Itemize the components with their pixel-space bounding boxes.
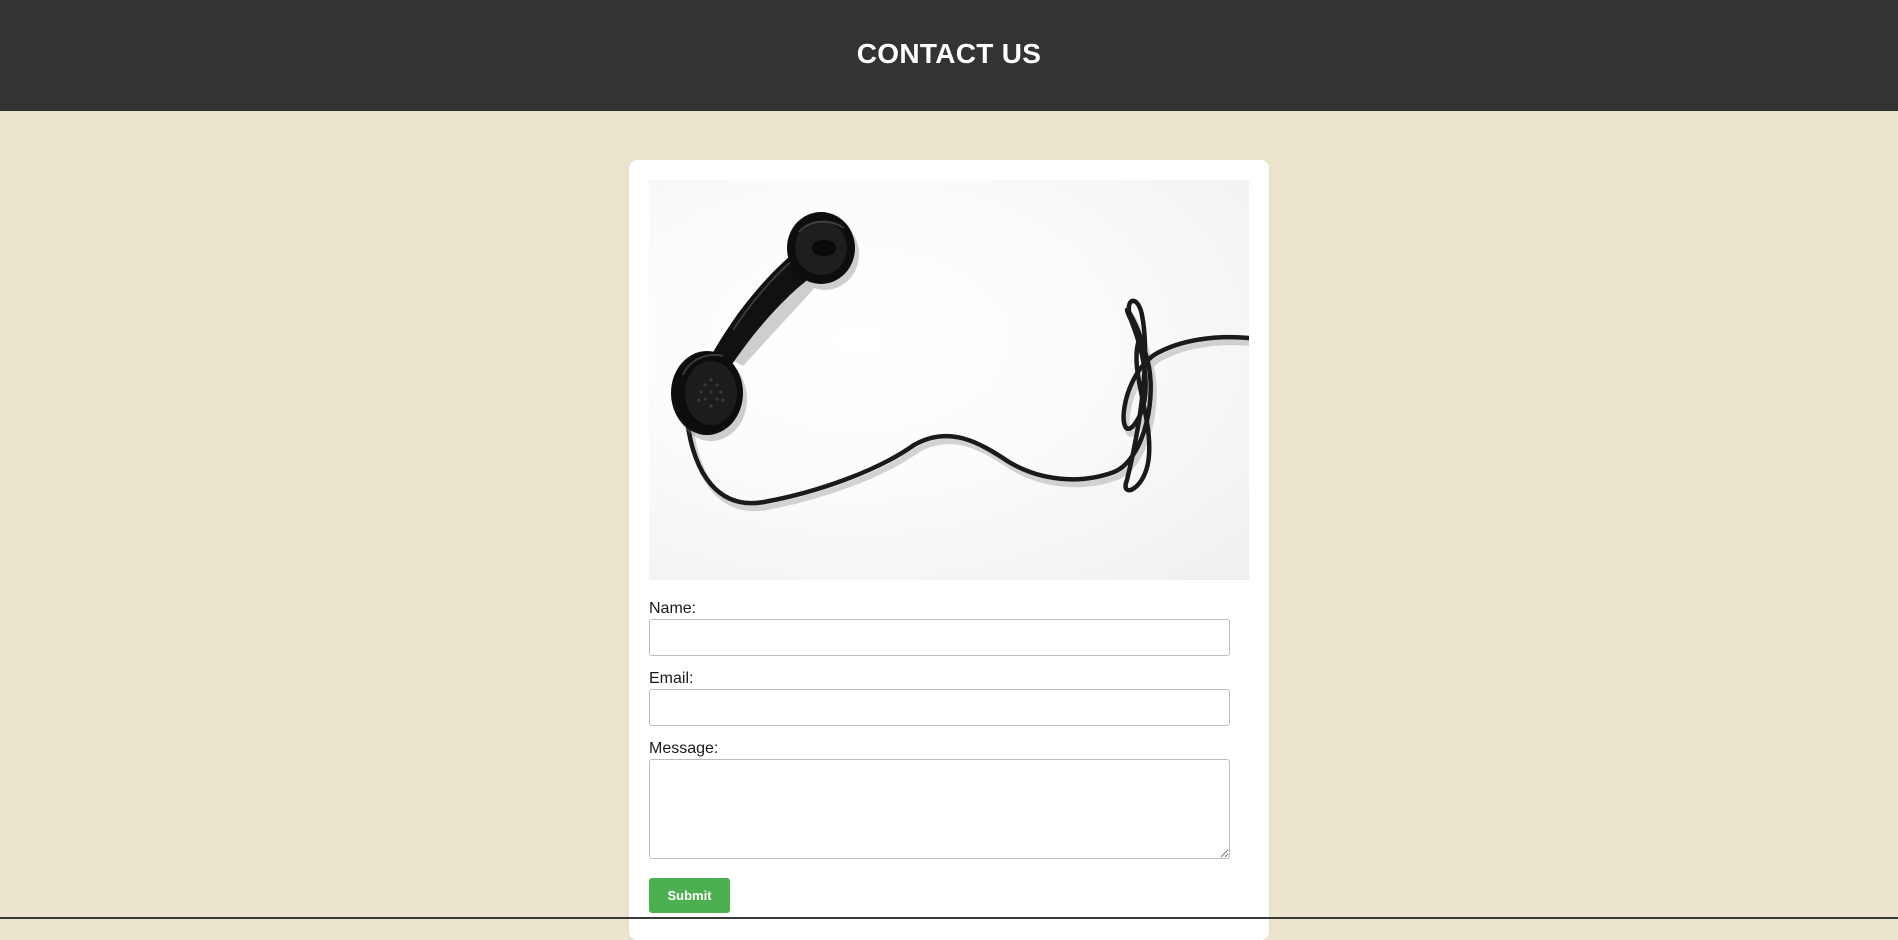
page-header: CONTACT US (0, 0, 1898, 111)
submit-button[interactable]: Submit (649, 878, 730, 913)
page-title: CONTACT US (856, 37, 1042, 69)
name-field[interactable] (649, 619, 1230, 656)
name-label: Name: (649, 600, 697, 617)
email-label: Email: (649, 670, 694, 687)
message-label: Message: (649, 740, 719, 757)
telephone-illustration (671, 212, 1249, 512)
message-field[interactable] (649, 759, 1230, 859)
contact-card: Name: Email: Message: Submit (629, 160, 1269, 940)
telephone-handset-image (649, 180, 1249, 580)
email-field[interactable] (649, 689, 1230, 726)
